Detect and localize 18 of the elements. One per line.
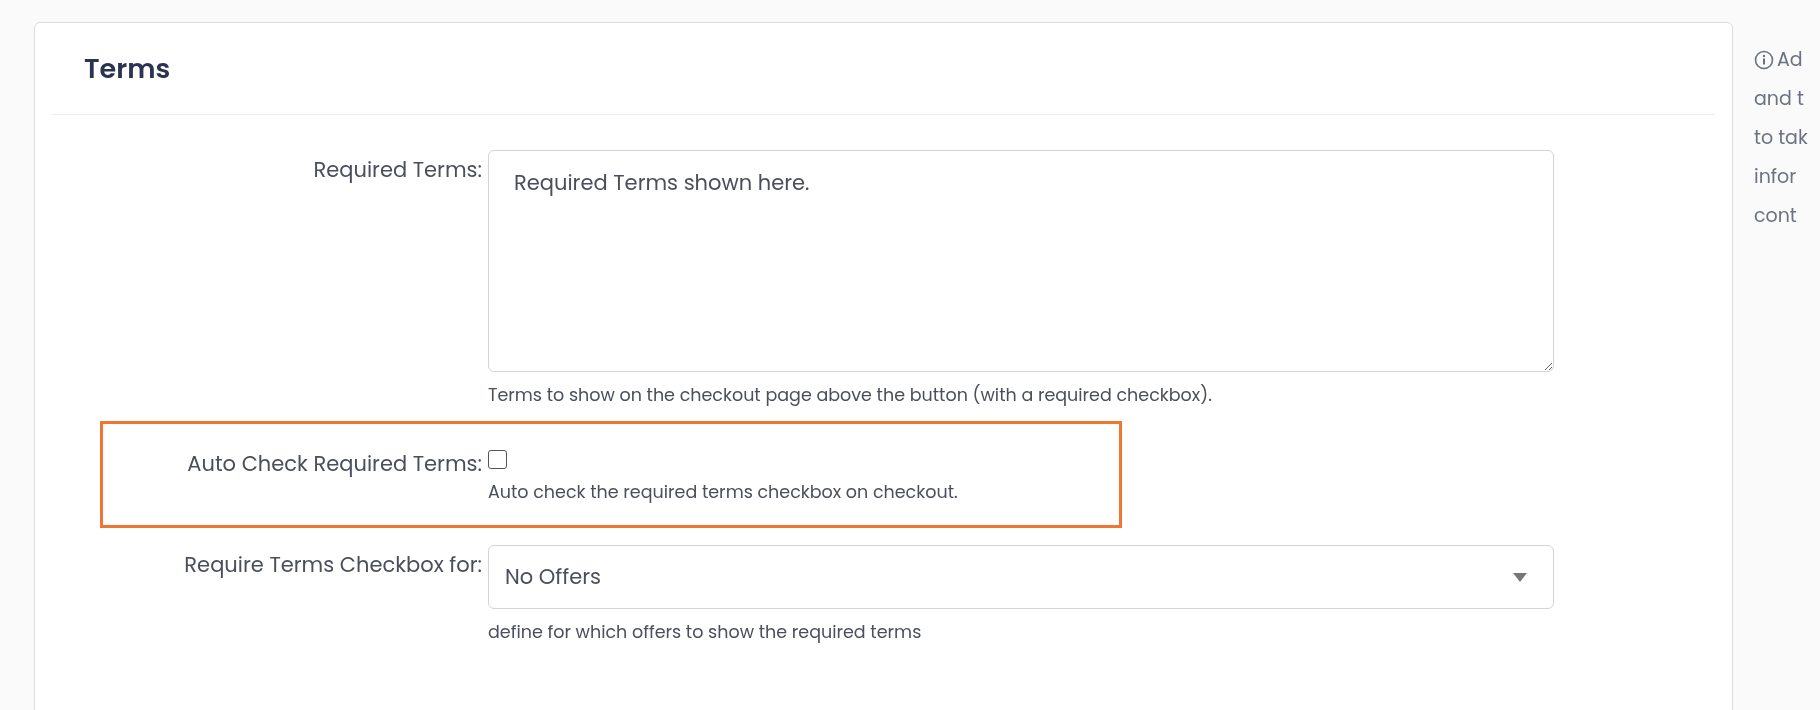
side-note-line: cont [1754,202,1797,230]
side-note-line: Ad [1777,46,1803,74]
terms-textarea[interactable]: Required Terms shown here. [488,149,1554,372]
help-text: Terms to show on the checkout page above the button (with a required checkbox). [488,381,1213,408]
dropdown-value: No Offers [505,561,601,593]
side-note-line: and t [1754,85,1804,113]
help-text: define for which offers to show the required terms [488,619,923,646]
offers-dropdown[interactable]: No Offers [488,545,1554,609]
side-note-line: infor [1754,163,1797,191]
field-label: Auto Check Required Terms: [187,448,482,478]
field-label: Required Terms: [313,154,482,184]
side-note-line: to tak [1754,124,1808,152]
checkbox[interactable] [488,449,507,469]
caret-icon [1513,572,1527,582]
field-label: Require Terms Checkbox for: [184,550,482,579]
help-text: Auto check the required terms checkbox on checkout. [488,478,958,505]
card-title: Terms [84,50,171,87]
info-icon [1754,50,1774,70]
